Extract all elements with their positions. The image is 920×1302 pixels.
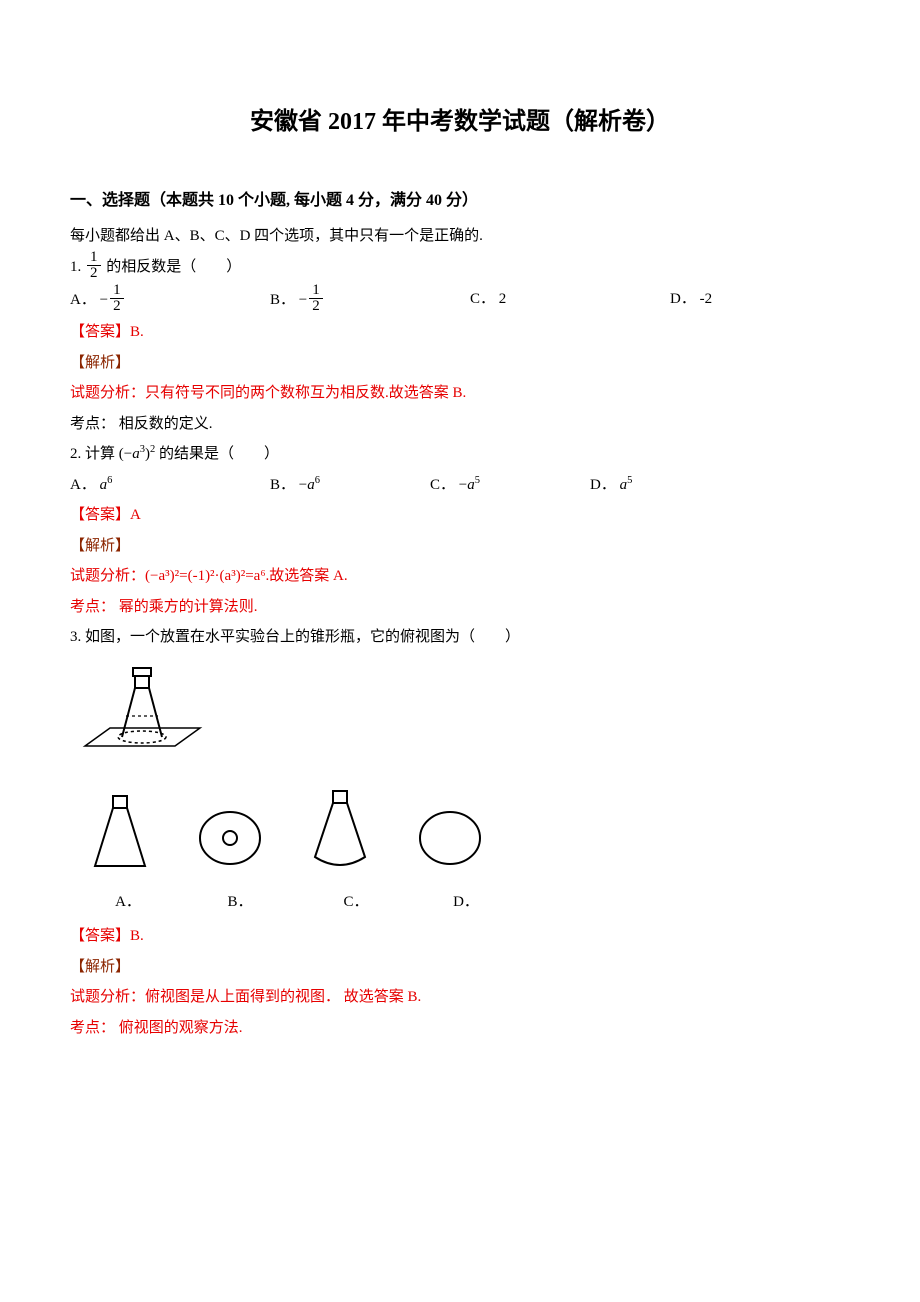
answer-label3: 【答案】 xyxy=(70,928,130,944)
q3-fig-c xyxy=(300,783,380,884)
q1-answer-text: B. xyxy=(130,324,144,340)
q2-option-c: C． −a5 xyxy=(430,471,590,500)
q1-option-b: B． − 1 2 xyxy=(270,285,470,316)
q2-option-b: B． −a6 xyxy=(270,471,430,500)
q3-main-figure xyxy=(80,658,850,774)
q2-optB-neg: − xyxy=(299,477,307,493)
q3-kaodian-text: 俯视图的观察方法. xyxy=(115,1020,243,1036)
q2-kaodian-text: 幂的乘方的计算法则. xyxy=(115,599,258,615)
q2-optA-a: a xyxy=(100,477,108,493)
q3-analysis: 试题分析：俯视图是从上面得到的视图． 故选答案 B. xyxy=(70,983,850,1012)
q1-optB-label: B． xyxy=(270,292,295,308)
q3-analysis-text: 俯视图是从上面得到的视图． 故选答案 B. xyxy=(145,989,421,1005)
q2-answer-text: A xyxy=(130,507,141,523)
q3-options-figures xyxy=(80,783,850,884)
q1-option-c: C． 2 xyxy=(470,285,670,316)
q1-analysis-label: 【解析】 xyxy=(70,349,850,378)
kaodian-label: 考点： xyxy=(70,416,115,432)
q1-optD-label: D． xyxy=(670,291,696,307)
q2-kaodian: 考点： 幂的乘方的计算法则. xyxy=(70,593,850,622)
q2-option-a: A． a6 xyxy=(70,471,270,500)
q1-optC-val: 2 xyxy=(499,291,507,307)
q2-choices: A． a6 B． −a6 C． −a5 D． a5 xyxy=(70,471,850,500)
q1-optA-num: 1 xyxy=(110,283,124,298)
q2-optC-p: 5 xyxy=(475,475,480,486)
page-title: 安徽省 2017 年中考数学试题（解析卷） xyxy=(70,100,850,146)
q3-fig-d xyxy=(410,803,490,884)
q1-option-a: A． − 1 2 xyxy=(70,285,270,316)
q1-frac: 1 2 xyxy=(87,250,101,281)
q2-analysis-label: 【解析】 xyxy=(70,532,850,561)
q1-optA-den: 2 xyxy=(110,298,124,314)
section-1-intro: 每小题都给出 A、B、C、D 四个选项，其中只有一个是正确的. xyxy=(70,222,850,251)
q1-choices: A． − 1 2 B． − 1 2 C． 2 D． -2 xyxy=(70,285,850,316)
q1-optD-val: -2 xyxy=(700,291,713,307)
q1-analysis: 试题分析：只有符号不同的两个数称互为相反数.故选答案 B. xyxy=(70,379,850,408)
shiti-label: 试题分析： xyxy=(70,385,145,401)
q2-optC-label: C． xyxy=(430,477,455,493)
q1-kaodian: 考点： 相反数的定义. xyxy=(70,410,850,439)
q3-answer-text: B. xyxy=(130,928,144,944)
q3-fig-b xyxy=(190,803,270,884)
q3-optB-label: B． xyxy=(200,888,280,917)
q1-optA-frac: 1 2 xyxy=(110,283,124,314)
q3-optA-label: A． xyxy=(88,888,168,917)
kaodian-label2: 考点： xyxy=(70,599,115,615)
q2-optB-label: B． xyxy=(270,477,295,493)
q2-optD-label: D． xyxy=(590,477,616,493)
q2-optA-label: A． xyxy=(70,477,96,493)
q1-optC-label: C． xyxy=(470,291,495,307)
q2-expr-l: (− xyxy=(119,446,132,462)
q1-optB-num: 1 xyxy=(309,283,323,298)
q2-expr-a: a xyxy=(132,446,140,462)
q1-optB-neg: − xyxy=(299,292,307,308)
q1-suffix: 的相反数是（ ） xyxy=(106,259,241,275)
q3-answer: 【答案】B. xyxy=(70,922,850,951)
q3-stem: 3. 如图，一个放置在水平实验台上的锥形瓶，它的俯视图为（ ） xyxy=(70,623,850,652)
q2-option-d: D． a5 xyxy=(590,471,710,500)
q1-frac-den: 2 xyxy=(87,265,101,281)
answer-label: 【答案】 xyxy=(70,324,130,340)
q1-prefix: 1. xyxy=(70,259,81,275)
q2-optC-a: a xyxy=(467,477,475,493)
q2-analysis-pre: 试题分析： xyxy=(70,568,145,584)
q3-analysis-label: 【解析】 xyxy=(70,953,850,982)
q2-optD-a: a xyxy=(620,477,628,493)
q1-optA-label: A． xyxy=(70,292,96,308)
q2-prefix: 2. 计算 xyxy=(70,446,115,462)
q1-optB-den: 2 xyxy=(309,298,323,314)
q1-option-d: D． -2 xyxy=(670,285,830,316)
q3-optD-label: D． xyxy=(426,888,506,917)
q2-optD-p: 5 xyxy=(627,475,632,486)
q1-frac-num: 1 xyxy=(87,250,101,265)
q2-optB-a: a xyxy=(307,477,315,493)
q2-analysis-post: .故选答案 A. xyxy=(266,568,348,584)
kaodian-label3: 考点： xyxy=(70,1020,115,1036)
q2-optA-p: 6 xyxy=(107,475,112,486)
q3-option-labels: A． B． C． D． xyxy=(70,888,850,917)
q1-analysis-text: 只有符号不同的两个数称互为相反数.故选答案 B. xyxy=(145,385,466,401)
q2-suffix: 的结果是（ ） xyxy=(159,446,279,462)
q2-analysis-expr: (−a³)²=(-1)²·(a³)²=a⁶ xyxy=(145,568,266,584)
q1-stem: 1. 1 2 的相反数是（ ） xyxy=(70,252,850,283)
answer-label2: 【答案】 xyxy=(70,507,130,523)
shiti-label3: 试题分析： xyxy=(70,989,145,1005)
q2-stem: 2. 计算 (−a3)2 的结果是（ ） xyxy=(70,440,850,469)
q1-answer: 【答案】B. xyxy=(70,318,850,347)
q3-optC-label: C． xyxy=(316,888,396,917)
q2-optC-neg: − xyxy=(459,477,467,493)
q2-expr-p2: 2 xyxy=(150,444,155,455)
q3-kaodian: 考点： 俯视图的观察方法. xyxy=(70,1014,850,1043)
q2-analysis: 试题分析：(−a³)²=(-1)²·(a³)²=a⁶.故选答案 A. xyxy=(70,562,850,591)
q1-optA-neg: − xyxy=(100,292,108,308)
q2-optB-p: 6 xyxy=(315,475,320,486)
q1-kaodian-text: 相反数的定义. xyxy=(115,416,213,432)
q1-optB-frac: 1 2 xyxy=(309,283,323,314)
q2-answer: 【答案】A xyxy=(70,501,850,530)
q3-fig-a xyxy=(80,788,160,884)
section-1-header: 一、选择题（本题共 10 个小题, 每小题 4 分，满分 40 分） xyxy=(70,186,850,216)
